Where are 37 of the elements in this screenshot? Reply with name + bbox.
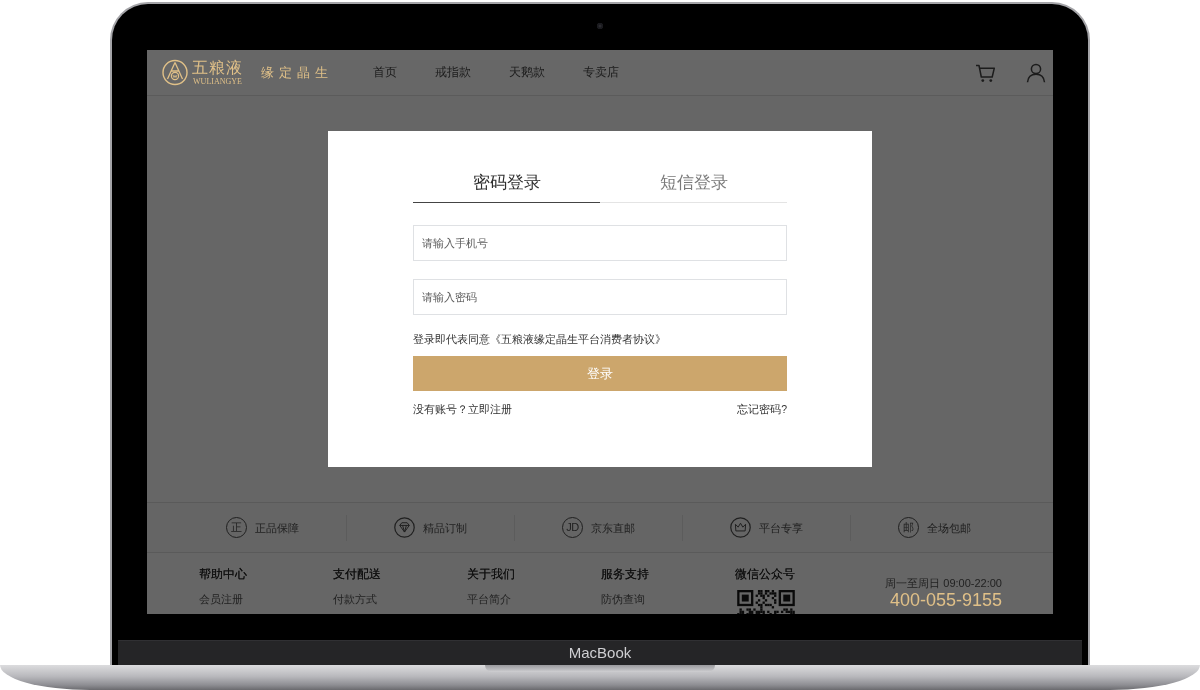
nav-link[interactable]: 天鹅款: [509, 65, 545, 80]
register-link[interactable]: 立即注册: [468, 403, 512, 416]
footer-column-heading: 服务支持: [601, 567, 649, 582]
slogan-text: 缘定晶生: [261, 64, 333, 81]
login-tab[interactable]: 密码登录: [413, 166, 600, 203]
feature-label: 正品保障: [254, 520, 299, 535]
nav-link[interactable]: 首页: [373, 65, 397, 80]
brand-label: MacBook: [568, 644, 632, 662]
input-field[interactable]: 请输入手机号: [413, 225, 787, 261]
footer-column-heading: 帮助中心: [199, 567, 247, 582]
agreement-text: 登录即代表同意《五粮液缘定晶生平台消费者协议》: [413, 332, 667, 347]
logo-latin-text: WULIANGYE: [193, 77, 242, 86]
footer-column-heading: 支付配送: [333, 567, 381, 582]
forgot-password-link[interactable]: 忘记密码?: [737, 403, 787, 416]
input-field[interactable]: 请输入密码: [413, 279, 787, 315]
login-button[interactable]: 登录: [413, 356, 787, 391]
register-prompt-text: 没有账号？: [413, 403, 468, 416]
footer-column-heading: 关于我们: [467, 567, 515, 582]
feature-label: 平台专享: [759, 520, 803, 535]
cart-icon[interactable]: [975, 62, 997, 83]
footer-column-heading: 微信公众号: [735, 567, 795, 582]
feature-label: 京东直邮: [591, 520, 635, 535]
phone-number-text: 400-055-9155: [889, 590, 1002, 610]
footer-link[interactable]: 会员注册: [199, 592, 243, 606]
logo-text: 五粮液: [192, 59, 243, 76]
emblem-icon: [162, 59, 188, 86]
footer-link[interactable]: 付款方式: [333, 592, 377, 606]
footer-link[interactable]: 防伪查询: [601, 592, 645, 606]
footer-link[interactable]: 平台简介: [467, 592, 511, 606]
webcam-icon: [597, 23, 603, 29]
login-tab[interactable]: 短信登录: [600, 166, 787, 203]
feature-label: 全场包邮: [927, 520, 971, 535]
crown-icon: [730, 517, 751, 538]
nav-link[interactable]: 戒指款: [435, 65, 471, 80]
nav-link[interactable]: 专卖店: [583, 65, 619, 80]
feature-label: 精品订制: [423, 520, 467, 535]
user-icon[interactable]: [1026, 62, 1046, 83]
